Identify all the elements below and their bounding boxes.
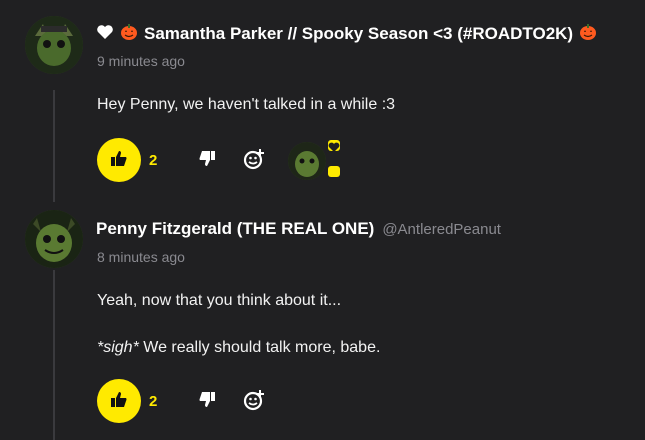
author-name[interactable]: Samantha Parker // Spooky Season <3 (#RO… xyxy=(144,24,573,44)
add-emoji-icon xyxy=(243,148,265,175)
comment-text: *sigh* We really should talk more, babe. xyxy=(97,339,380,357)
comment-text-rest: We really should talk more, babe. xyxy=(138,339,381,356)
author-name[interactable]: Penny Fitzgerald (THE REAL ONE) xyxy=(96,219,374,239)
dislike-button[interactable] xyxy=(196,391,218,413)
thread-line xyxy=(53,270,55,440)
avatar-penny[interactable] xyxy=(25,210,83,268)
like-button[interactable] xyxy=(97,138,141,182)
timestamp: 8 minutes ago xyxy=(97,249,185,265)
add-reaction-button[interactable] xyxy=(243,148,265,175)
heart-icon xyxy=(96,24,114,45)
chat-reaction-badge xyxy=(328,166,340,177)
comment-header: Samantha Parker // Spooky Season <3 (#RO… xyxy=(96,23,597,45)
reactor-avatar xyxy=(288,142,326,180)
author-handle[interactable]: @AntleredPeanut xyxy=(382,221,501,238)
emphasis-text: *sigh* xyxy=(97,339,139,356)
pumpkin-icon xyxy=(579,23,597,46)
reaction-summary[interactable] xyxy=(288,140,346,180)
add-emoji-icon xyxy=(243,389,265,416)
add-reaction-button[interactable] xyxy=(243,389,265,416)
thumbs-down-icon xyxy=(198,391,216,414)
thumbs-down-icon xyxy=(198,150,216,173)
heart-reaction-badge xyxy=(328,140,340,152)
timestamp: 9 minutes ago xyxy=(97,53,185,69)
thumbs-up-icon xyxy=(110,390,128,413)
like-count: 2 xyxy=(149,393,158,410)
pumpkin-icon xyxy=(120,23,138,46)
like-count: 2 xyxy=(149,152,158,169)
thread-line xyxy=(53,90,55,202)
comment-header: Penny Fitzgerald (THE REAL ONE) @Antlere… xyxy=(96,218,501,240)
dislike-button[interactable] xyxy=(196,150,218,172)
comment-text: Hey Penny, we haven't talked in a while … xyxy=(97,96,396,113)
comment-text: Yeah, now that you think about it... xyxy=(97,292,342,309)
thumbs-up-icon xyxy=(110,149,128,172)
like-button[interactable] xyxy=(97,379,141,423)
avatar-samantha[interactable] xyxy=(25,16,83,74)
